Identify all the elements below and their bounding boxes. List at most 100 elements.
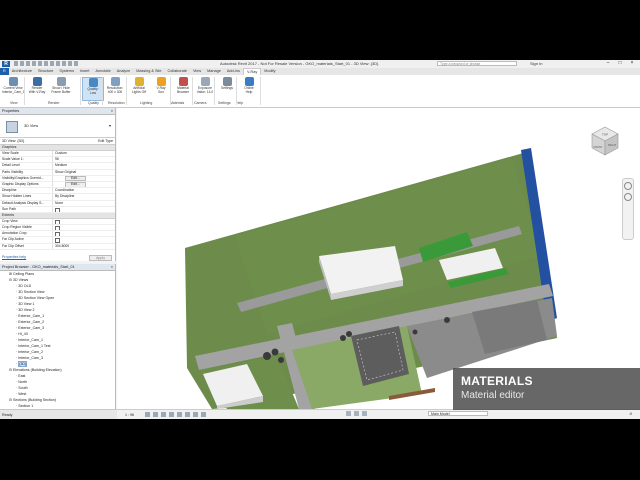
worksets-icon[interactable] (346, 411, 351, 416)
type-selector[interactable]: 3D View ▾ (0, 115, 115, 138)
property-value[interactable]: By Discipline (52, 194, 115, 200)
viewcube-front-label[interactable]: FRONT (594, 145, 603, 149)
property-value[interactable] (52, 231, 115, 237)
sign-in-link[interactable]: Sign In (530, 61, 542, 66)
property-value[interactable]: Edit... (52, 181, 115, 188)
detail-level-icon[interactable] (145, 412, 150, 417)
ribbon-button-camera-view[interactable]: Current View Interior_Cam_1 (2, 77, 25, 101)
shadows-icon[interactable] (169, 412, 174, 417)
visual-style-icon[interactable] (153, 412, 158, 417)
apply-button[interactable]: Apply (89, 255, 112, 261)
switch-windows-icon[interactable] (74, 61, 78, 66)
panel-label-resolution[interactable]: Resolution (108, 101, 125, 105)
panel-label-view[interactable]: View (10, 101, 18, 105)
ribbon-button-resolution[interactable]: Resolution: 400 x 300 (104, 77, 126, 101)
design-options-icon[interactable] (354, 411, 359, 416)
tab-modify[interactable]: Modify (261, 68, 278, 75)
tab-systems[interactable]: Systems (56, 68, 77, 75)
view-selector[interactable]: 3D View: {3D} Edit Type (0, 138, 115, 145)
ribbon-button-material-sphere[interactable]: Material Browser (172, 77, 194, 101)
viewcube[interactable]: TOP FRONT RIGHT (588, 124, 622, 158)
panel-label-settings[interactable]: Settings (218, 101, 231, 105)
viewcube-right-label[interactable]: RIGHT (608, 143, 616, 147)
minimize-icon[interactable]: – (602, 60, 614, 67)
panel-label-camera[interactable]: Camera (194, 101, 206, 105)
checkbox[interactable] (55, 207, 60, 212)
edit-button[interactable]: Edit... (65, 181, 86, 188)
checkbox[interactable] (55, 232, 60, 237)
tab-analyze[interactable]: Analyze (114, 68, 134, 75)
active-model-select[interactable]: Main Model (428, 411, 488, 416)
property-value[interactable]: Medium (52, 163, 115, 169)
sun-path-icon[interactable] (161, 412, 166, 417)
tab-structure[interactable]: Structure (35, 68, 56, 75)
viewcube-top-label[interactable]: TOP (602, 133, 608, 137)
tab-collaborate[interactable]: Collaborate (165, 68, 190, 75)
ribbon-button-sun[interactable]: V-Ray Sun (150, 77, 172, 101)
close-icon[interactable]: × (626, 60, 638, 67)
lock-icon[interactable] (201, 412, 206, 417)
property-value[interactable]: Show Original (52, 169, 115, 175)
tab-v-ray[interactable]: V-Ray (242, 68, 262, 75)
checkbox[interactable] (55, 238, 60, 243)
thin-lines-icon[interactable] (68, 61, 72, 66)
ribbon-button-lightbulb[interactable]: Artificial Lights Off (128, 77, 150, 101)
tab-massing-site[interactable]: Massing & Site (133, 68, 164, 75)
property-value[interactable]: 304.8000 (52, 243, 115, 249)
tab-file[interactable]: R (0, 68, 9, 75)
filter-icon[interactable] (362, 411, 367, 416)
close-icon[interactable]: × (111, 264, 113, 270)
property-value[interactable] (52, 206, 115, 212)
properties-help-link[interactable]: Properties help (0, 255, 26, 259)
property-value[interactable] (52, 237, 115, 243)
navigation-bar[interactable] (622, 178, 634, 240)
ribbon-button-render-teapot[interactable]: Render With V-Ray (26, 77, 48, 101)
panel-label-render[interactable]: Render (48, 101, 59, 105)
ribbon-button-quality[interactable]: Quality: Low (82, 77, 104, 101)
property-value[interactable]: Coordination (52, 188, 115, 194)
section-icon[interactable] (62, 61, 66, 66)
view-scale[interactable]: 1 : 96 (125, 413, 134, 417)
maximize-icon[interactable]: □ (614, 60, 626, 67)
checkbox[interactable] (55, 226, 60, 231)
print-icon[interactable] (38, 61, 42, 66)
redo-icon[interactable] (32, 61, 36, 66)
tab-view[interactable]: View (190, 68, 204, 75)
save-icon[interactable] (20, 61, 24, 66)
ribbon-button-settings[interactable]: Settings (216, 77, 238, 101)
property-value[interactable]: None (52, 200, 115, 206)
panel-label-materials[interactable]: Materials (170, 101, 184, 105)
render-icon[interactable] (177, 412, 182, 417)
property-value[interactable]: 96 (52, 157, 115, 163)
text-icon[interactable] (50, 61, 54, 66)
edit-type-button[interactable]: Edit Type (98, 138, 113, 144)
panel-label-help[interactable]: Help (236, 101, 243, 105)
tab-manage[interactable]: Manage (204, 68, 224, 75)
checkbox[interactable] (55, 219, 60, 225)
panel-label-lighting[interactable]: Lighting (140, 101, 152, 105)
3d-view-icon[interactable] (56, 61, 60, 66)
steering-wheel-icon[interactable] (624, 182, 632, 190)
tab-add-ins[interactable]: Add-Ins (224, 68, 243, 75)
tab-architecture[interactable]: Architecture (9, 68, 35, 75)
open-icon[interactable] (14, 61, 18, 66)
ribbon-button-exposure[interactable]: Exposure Value: 14.0 (194, 77, 216, 101)
tab-insert[interactable]: Insert (77, 68, 93, 75)
crop-region-icon[interactable] (193, 412, 198, 417)
undo-icon[interactable] (26, 61, 30, 66)
edit-button[interactable]: Edit... (65, 175, 86, 181)
tab-annotate[interactable]: Annotate (92, 68, 113, 75)
property-value[interactable] (52, 218, 115, 225)
chevron-down-icon[interactable]: ▾ (109, 123, 111, 128)
3d-view-canvas[interactable]: TOP FRONT RIGHT (117, 108, 640, 409)
ribbon-button-help[interactable]: Online Help (238, 77, 260, 101)
property-value[interactable]: Edit... (52, 175, 115, 181)
panel-label-quality[interactable]: Quality (88, 101, 99, 105)
search-input[interactable]: Type a keyword or phrase (437, 61, 517, 66)
close-icon[interactable]: × (111, 108, 113, 114)
property-value[interactable]: Custom (52, 151, 115, 157)
revit-logo-icon[interactable]: R (2, 61, 10, 67)
measure-icon[interactable] (44, 61, 48, 66)
property-value[interactable] (52, 225, 115, 231)
zoom-icon[interactable] (624, 193, 632, 201)
